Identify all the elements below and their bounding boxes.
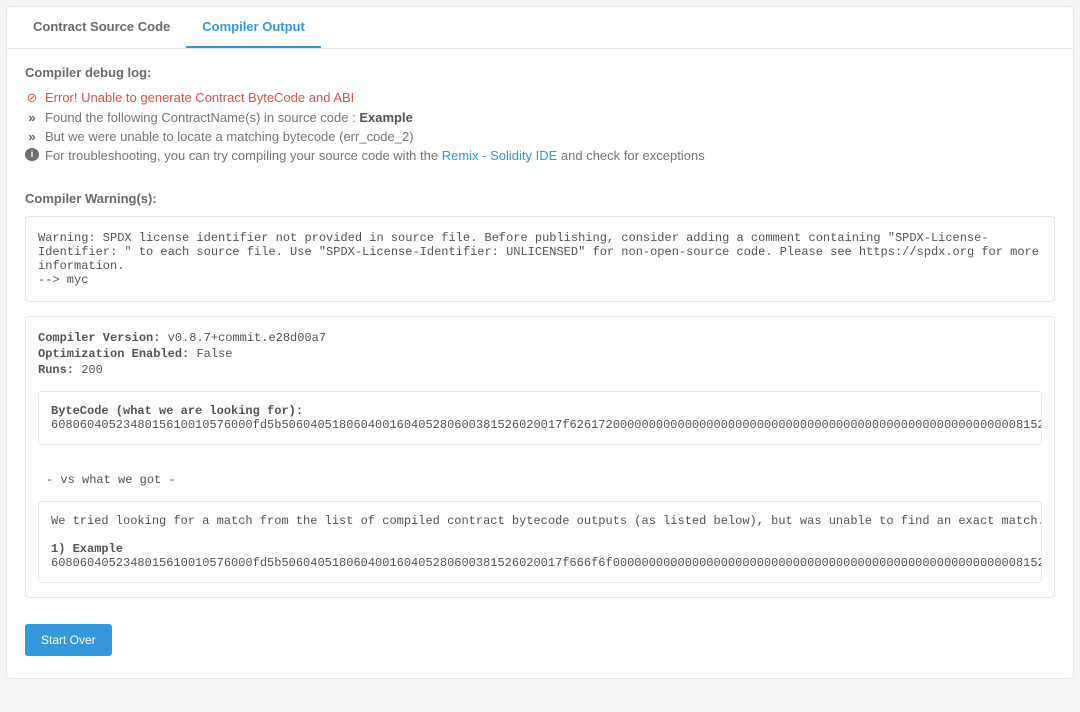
unable-text: But we were unable to locate a matching … xyxy=(45,129,1055,144)
compiler-version-line: Compiler Version: v0.8.7+commit.e28d00a7 xyxy=(38,331,1042,345)
compiler-version-value: v0.8.7+commit.e28d00a7 xyxy=(168,331,326,345)
tab-compiler-output[interactable]: Compiler Output xyxy=(186,7,321,48)
error-text: Error! Unable to generate Contract ByteC… xyxy=(45,90,1055,105)
troubleshoot-text: For troubleshooting, you can try compili… xyxy=(45,148,1055,163)
bytecode-got-box[interactable]: We tried looking for a match from the li… xyxy=(38,501,1042,583)
debug-log-title: Compiler debug log: xyxy=(25,65,1055,80)
warnings-title: Compiler Warning(s): xyxy=(25,191,1055,206)
main-panel: Contract Source Code Compiler Output Com… xyxy=(6,6,1074,679)
runs-label: Runs: xyxy=(38,363,74,377)
runs-value: 200 xyxy=(81,363,103,377)
troubleshoot-line: i For troubleshooting, you can try compi… xyxy=(25,148,1055,163)
chevron-double-right-icon: » xyxy=(25,129,39,144)
found-contract-name: Example xyxy=(359,110,412,125)
unable-line: » But we were unable to locate a matchin… xyxy=(25,129,1055,144)
optimization-line: Optimization Enabled: False xyxy=(38,347,1042,361)
content-area: Compiler debug log: ⊘ Error! Unable to g… xyxy=(7,49,1073,678)
found-line: » Found the following ContractName(s) in… xyxy=(25,110,1055,125)
chevron-double-right-icon: » xyxy=(25,110,39,125)
bytecode-got-value: 6080604052348015610010576000fd5b50604051… xyxy=(51,556,1042,570)
bytecode-looking-box[interactable]: ByteCode (what we are looking for): 6080… xyxy=(38,391,1042,445)
runs-line: Runs: 200 xyxy=(38,363,1042,377)
bytecode-got-intro: We tried looking for a match from the li… xyxy=(51,514,1042,528)
warnings-section: Compiler Warning(s): Warning: SPDX licen… xyxy=(25,191,1055,302)
start-over-button[interactable]: Start Over xyxy=(25,624,112,656)
tab-source-code[interactable]: Contract Source Code xyxy=(17,7,186,48)
bytecode-looking-value: 6080604052348015610010576000fd5b50604051… xyxy=(51,418,1042,432)
compiler-meta-box: Compiler Version: v0.8.7+commit.e28d00a7… xyxy=(25,316,1055,598)
troubleshoot-suffix: and check for exceptions xyxy=(557,148,704,163)
warnings-box: Warning: SPDX license identifier not pro… xyxy=(25,216,1055,302)
optimization-value: False xyxy=(196,347,232,361)
error-line: ⊘ Error! Unable to generate Contract Byt… xyxy=(25,90,1055,106)
remix-ide-link[interactable]: Remix - Solidity IDE xyxy=(442,148,558,163)
optimization-label: Optimization Enabled: xyxy=(38,347,189,361)
vs-label: - vs what we got - xyxy=(46,473,1042,487)
troubleshoot-prefix: For troubleshooting, you can try compili… xyxy=(45,148,442,163)
bytecode-got-inner: We tried looking for a match from the li… xyxy=(39,502,1042,582)
bytecode-looking-header: ByteCode (what we are looking for): xyxy=(51,404,303,418)
tab-bar: Contract Source Code Compiler Output xyxy=(7,7,1073,49)
bytecode-looking-inner: ByteCode (what we are looking for): 6080… xyxy=(39,392,1042,444)
bytecode-got-index-label: 1) Example xyxy=(51,542,123,556)
compiler-version-label: Compiler Version: xyxy=(38,331,160,345)
found-text: Found the following ContractName(s) in s… xyxy=(45,110,1055,125)
info-icon: i xyxy=(25,148,39,161)
found-prefix: Found the following ContractName(s) in s… xyxy=(45,110,359,125)
error-icon: ⊘ xyxy=(25,90,39,106)
